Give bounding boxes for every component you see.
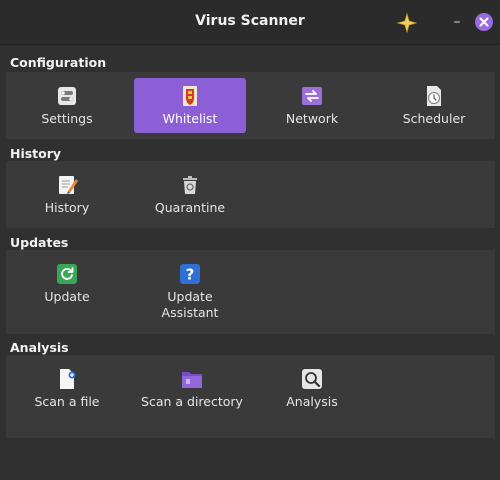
update-assistant-label-line1: Update bbox=[167, 289, 213, 304]
scheduler-clock-icon bbox=[427, 86, 441, 106]
network-arrows-icon bbox=[302, 87, 322, 105]
scheduler-button[interactable]: Scheduler bbox=[378, 78, 490, 133]
scheduler-label: Scheduler bbox=[402, 111, 466, 126]
quarantine-button[interactable]: Quarantine bbox=[134, 167, 246, 222]
history-label: History bbox=[44, 200, 90, 215]
scan-file-icon bbox=[60, 369, 76, 389]
close-button[interactable] bbox=[475, 13, 493, 31]
whitelist-label: Whitelist bbox=[162, 111, 218, 126]
scan-file-button[interactable]: Scan a file bbox=[11, 361, 123, 416]
scan-directory-button[interactable]: Scan a directory bbox=[134, 361, 250, 416]
scan-folder-icon bbox=[182, 372, 202, 388]
updates-panel: Update ? Update Assistant bbox=[6, 250, 495, 334]
minimize-button[interactable]: – bbox=[449, 12, 465, 32]
history-panel: History Quarantine bbox=[6, 161, 495, 228]
update-assistant-label: Update Assistant bbox=[134, 289, 246, 321]
scan-file-label: Scan a file bbox=[34, 394, 100, 409]
update-button[interactable]: Update bbox=[11, 256, 123, 311]
analysis-label: Analysis bbox=[286, 394, 338, 409]
title-bar: Virus Scanner – bbox=[0, 0, 500, 45]
update-label: Update bbox=[44, 289, 90, 304]
network-label: Network bbox=[285, 111, 339, 126]
settings-button[interactable]: Settings bbox=[11, 78, 123, 133]
window-title: Virus Scanner bbox=[195, 13, 305, 29]
scan-directory-label: Scan a directory bbox=[141, 394, 243, 409]
section-title-history: History bbox=[10, 146, 62, 161]
quarantine-label: Quarantine bbox=[154, 200, 226, 215]
update-assistant-label-line2: Assistant bbox=[161, 305, 219, 320]
close-icon bbox=[479, 17, 489, 27]
sparkle-button[interactable] bbox=[395, 11, 419, 35]
history-notepad-icon bbox=[59, 176, 78, 194]
section-title-updates: Updates bbox=[10, 235, 69, 250]
svg-text:?: ? bbox=[186, 266, 195, 284]
analysis-panel: Scan a file Scan a directory Analysis bbox=[6, 355, 495, 438]
analysis-magnifier-icon bbox=[302, 369, 322, 389]
sparkle-icon bbox=[396, 12, 418, 34]
settings-toggle-icon bbox=[58, 87, 76, 105]
quarantine-trash-icon bbox=[183, 176, 197, 194]
virus-scanner-window: Virus Scanner – Configuration Settings W… bbox=[0, 0, 500, 480]
analysis-button[interactable]: Analysis bbox=[256, 361, 368, 416]
section-title-analysis: Analysis bbox=[10, 340, 69, 355]
history-button[interactable]: History bbox=[11, 167, 123, 222]
network-button[interactable]: Network bbox=[256, 78, 368, 133]
whitelist-shield-icon bbox=[183, 86, 197, 106]
whitelist-button[interactable]: Whitelist bbox=[134, 78, 246, 133]
update-refresh-icon bbox=[57, 264, 77, 284]
section-title-configuration: Configuration bbox=[10, 55, 107, 70]
settings-label: Settings bbox=[41, 111, 93, 126]
help-question-icon: ? bbox=[180, 264, 200, 284]
update-assistant-button[interactable]: ? Update Assistant bbox=[134, 256, 246, 328]
configuration-panel: Settings Whitelist Network Scheduler bbox=[6, 72, 495, 139]
